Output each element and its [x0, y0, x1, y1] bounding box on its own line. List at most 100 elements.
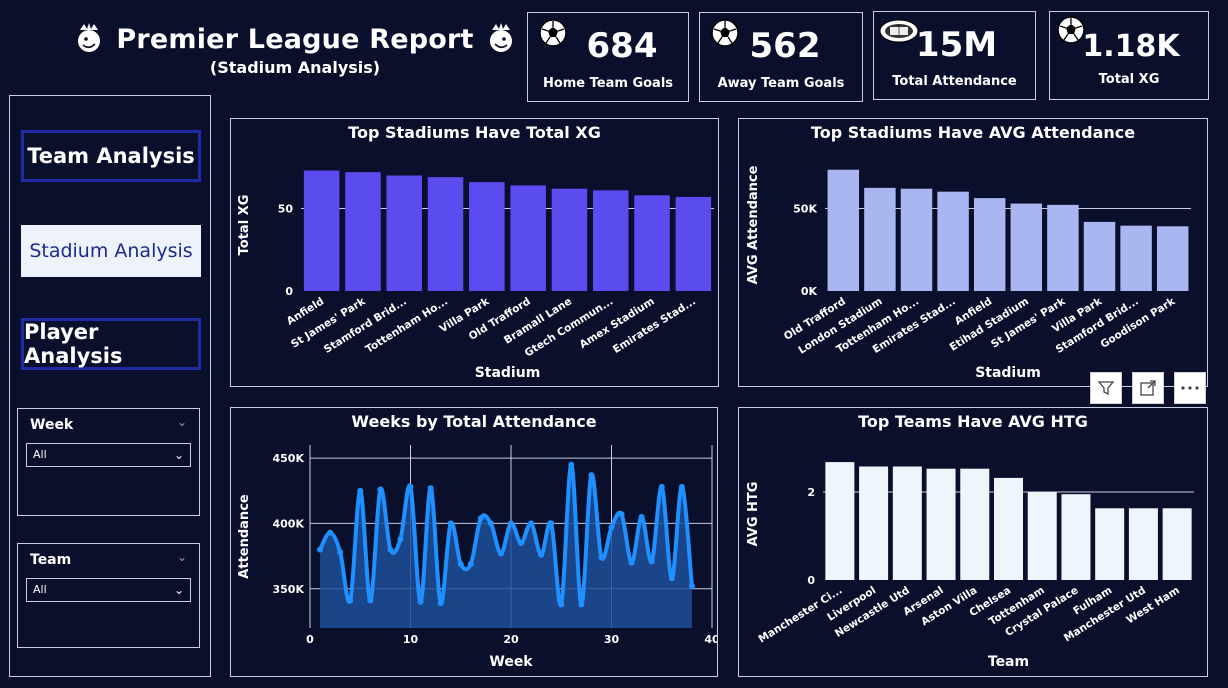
y-tick-label: 400K [273, 517, 305, 530]
data-point [678, 483, 685, 490]
dropdown-value: All [33, 583, 47, 596]
kpi-value: 1.18K [1082, 29, 1180, 64]
data-point [598, 554, 605, 561]
data-point [457, 560, 464, 567]
bar [926, 468, 956, 580]
bar [1095, 508, 1125, 580]
kpi-value: 684 [586, 26, 658, 66]
data-point [508, 520, 514, 527]
slicer-title: Team [30, 552, 72, 568]
chart-top-teams-htg[interactable]: Top Teams Have AVG HTG 0 2 Manchester Ci..… [738, 407, 1208, 677]
week-slicer: Week ⌄ All ⌄ [17, 408, 200, 516]
data-point [387, 546, 394, 553]
y-axis-label: AVG Attendance [746, 165, 761, 284]
y-tick-label: 50K [793, 203, 817, 216]
bar [1156, 226, 1189, 291]
bar [827, 169, 860, 291]
bar [1083, 221, 1116, 291]
chevron-down-icon[interactable]: ⌄ [177, 550, 187, 564]
dropdown-value: All [33, 448, 47, 461]
bar [592, 190, 629, 291]
data-point [447, 520, 454, 527]
chart-weeks-attendance[interactable]: Weeks by Total Attendance 0 10 20 30 40 350K 4… [230, 407, 718, 677]
y-axis-label: Total XG [237, 195, 252, 256]
player-analysis-button[interactable]: Player Analysis [21, 318, 201, 370]
x-axis-label: Stadium [975, 365, 1041, 381]
data-point [578, 601, 585, 608]
x-tick-label: 10 [403, 633, 419, 646]
data-point [658, 483, 665, 490]
team-dropdown[interactable]: All ⌄ [26, 578, 191, 602]
kpi-total-xg: 1.18K Total XG [1049, 11, 1209, 100]
y-tick-label: 2 [807, 486, 815, 499]
data-point [497, 550, 504, 557]
bar [345, 172, 381, 291]
x-tick-label: 30 [604, 633, 620, 646]
data-point [327, 529, 334, 536]
kpi-label: Away Team Goals [717, 76, 845, 91]
bar [900, 188, 933, 291]
bar [469, 182, 505, 291]
bar [551, 188, 588, 291]
bar-chart-avg-attendance: 0K50KOld TraffordLondon StadiumTottenham… [746, 165, 1191, 381]
team-analysis-button[interactable]: Team Analysis [21, 130, 201, 182]
bar [1061, 494, 1091, 580]
premier-league-lion-icon [489, 23, 512, 52]
bar [937, 191, 969, 291]
data-point [347, 597, 354, 604]
data-point [477, 515, 484, 522]
area-chart-weekly-attendance: 0 10 20 30 40 350K 400K 450K Week Attendance [237, 445, 717, 670]
bar [510, 185, 546, 291]
data-point [377, 486, 384, 493]
data-point [568, 461, 575, 468]
data-point [357, 487, 364, 494]
data-point [528, 520, 535, 527]
bar [1120, 225, 1152, 291]
x-tick-label: 20 [503, 633, 519, 646]
x-axis-label: Week [489, 654, 533, 670]
x-axis-label: Stadium [475, 365, 541, 381]
data-point [638, 513, 645, 520]
bar [1047, 204, 1079, 291]
kpi-value: 15M [915, 25, 998, 65]
bar [859, 466, 889, 580]
data-point [427, 485, 434, 492]
y-tick-label: 0 [285, 285, 293, 298]
data-point [668, 575, 675, 582]
data-point [558, 601, 565, 608]
bar [1162, 508, 1192, 580]
x-tick-label: 0 [306, 633, 314, 646]
data-point [608, 524, 615, 531]
data-point [407, 483, 414, 490]
chevron-down-icon[interactable]: ⌄ [177, 415, 187, 429]
data-point [487, 520, 494, 527]
y-tick-label: 0K [801, 285, 818, 298]
week-dropdown[interactable]: All ⌄ [26, 443, 191, 467]
y-tick-label: 450K [273, 452, 305, 465]
filter-icon[interactable] [1090, 372, 1122, 404]
bar [675, 196, 712, 291]
chart-top-stadiums-xg[interactable]: Top Stadiums Have Total XG 0 50 Anfield St … [230, 118, 719, 387]
chart-top-stadiums-attendance[interactable]: Top Stadiums Have AVG Attendance 0K 50K Ol… [738, 118, 1208, 387]
focus-mode-icon[interactable] [1132, 372, 1164, 404]
more-options-icon[interactable] [1174, 372, 1206, 404]
stadium-analysis-button[interactable]: Stadium Analysis [21, 225, 201, 277]
page-title: Premier League Report [116, 23, 474, 55]
data-point [518, 540, 525, 547]
data-point [648, 558, 655, 565]
data-point [437, 600, 444, 607]
kpi-label: Total XG [1098, 72, 1160, 87]
data-point [337, 549, 344, 556]
y-tick-label: 50 [278, 203, 294, 216]
chevron-down-icon: ⌄ [173, 448, 184, 462]
data-point [688, 583, 695, 590]
bar [634, 195, 670, 291]
x-tick-label: 40 [704, 633, 717, 646]
premier-league-lion-icon [78, 23, 101, 52]
data-point [538, 551, 545, 558]
bar [303, 170, 340, 291]
data-point [618, 511, 625, 518]
data-point [467, 560, 474, 567]
bar [892, 466, 922, 580]
y-tick-label: 350K [273, 583, 305, 596]
